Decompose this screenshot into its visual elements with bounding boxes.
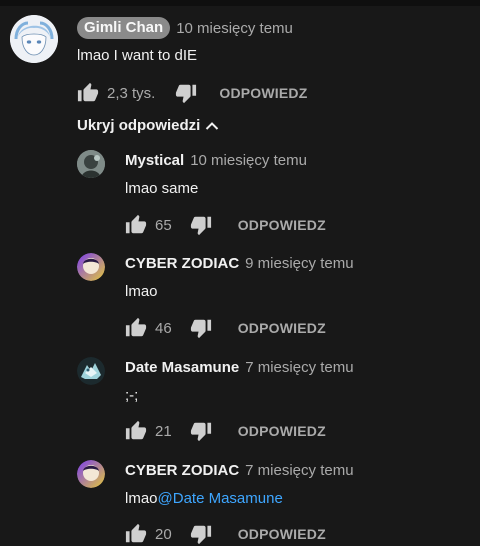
thumb-up-icon[interactable] [125,317,147,339]
author-name[interactable]: Gimli Chan [77,17,171,39]
like-count: 2,3 tys. [107,84,156,102]
hide-replies-label: Ukryj odpowiedzi [77,117,201,134]
comment-header: Mystical 10 miesięcy temu [125,152,307,169]
comment-actions: 46 ODPOWIEDZ [125,316,326,340]
comment-header: CYBER ZODIAC 7 miesięcy temu [125,462,354,479]
thumb-down-icon[interactable] [190,317,212,339]
comment-header: Date Masamune 7 miesięcy temu [125,359,354,376]
thumb-up-icon[interactable] [125,420,147,442]
author-name[interactable]: Mystical [125,152,184,169]
timestamp[interactable]: 10 miesięcy temu [190,152,307,169]
thumb-down-icon[interactable] [190,420,212,442]
avatar[interactable] [77,460,105,488]
comment-text: ;-; [125,387,139,404]
comment-actions: 2,3 tys. ODPOWIEDZ [77,81,308,105]
timestamp[interactable]: 7 miesięcy temu [245,462,353,479]
comment-actions: 65 ODPOWIEDZ [125,213,326,237]
avatar[interactable] [10,15,58,63]
top-border [0,0,480,6]
comment-text: lmao [125,283,158,300]
reply-button[interactable]: ODPOWIEDZ [238,320,326,336]
thumb-down-icon[interactable] [175,82,197,104]
thumb-up-icon[interactable] [125,523,147,545]
author-name[interactable]: Date Masamune [125,359,239,376]
like-count: 46 [155,319,172,337]
timestamp[interactable]: 9 miesięcy temu [245,255,353,272]
comment-header: CYBER ZODIAC 9 miesięcy temu [125,255,354,272]
comment-text-body: lmao [125,490,158,507]
reply-button[interactable]: ODPOWIEDZ [238,423,326,439]
chevron-up-icon [206,121,219,130]
like-count: 65 [155,216,172,234]
like-count: 21 [155,422,172,440]
comment-actions: 20 ODPOWIEDZ [125,522,326,546]
avatar[interactable] [77,253,105,281]
reply-button[interactable]: ODPOWIEDZ [219,85,307,101]
thumb-down-icon[interactable] [190,214,212,236]
reply-button[interactable]: ODPOWIEDZ [238,526,326,542]
comment-actions: 21 ODPOWIEDZ [125,419,326,443]
hide-replies-button[interactable]: Ukryj odpowiedzi [77,117,219,134]
mention-link[interactable]: @Date Masamune [158,490,283,507]
timestamp[interactable]: 10 miesięcy temu [176,20,293,37]
avatar[interactable] [77,357,105,385]
comment-header: Gimli Chan 10 miesięcy temu [77,17,293,39]
comment-text: lmao@Date Masamune [125,490,283,507]
comment-text: lmao same [125,180,199,197]
thumb-up-icon[interactable] [77,82,99,104]
author-name[interactable]: CYBER ZODIAC [125,255,239,272]
timestamp[interactable]: 7 miesięcy temu [245,359,353,376]
avatar[interactable] [77,150,105,178]
thumb-down-icon[interactable] [190,523,212,545]
author-name[interactable]: CYBER ZODIAC [125,462,239,479]
like-count: 20 [155,525,172,543]
reply-button[interactable]: ODPOWIEDZ [238,217,326,233]
thumb-up-icon[interactable] [125,214,147,236]
comment-text: lmao I want to dIE [77,47,198,64]
